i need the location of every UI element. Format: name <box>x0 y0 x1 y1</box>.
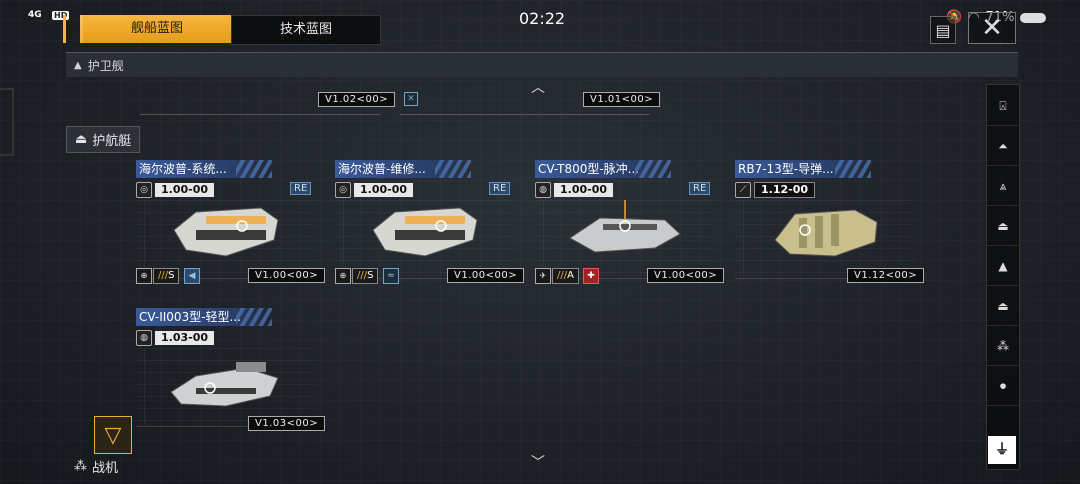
rail-destroyer-icon[interactable]: ⏏ <box>987 207 1019 246</box>
ship-image <box>173 207 279 257</box>
class-icon: ⊕ <box>136 268 152 284</box>
ship-image <box>170 362 279 407</box>
globe-icon: ◍ <box>136 330 152 346</box>
grade-badge: ///S <box>352 268 379 284</box>
chevron-shield-icon: ▽ <box>104 422 122 448</box>
fighter-icon: ⁂ <box>74 459 87 474</box>
name-stripes <box>835 160 871 178</box>
tab-tech-blueprint[interactable]: 技术蓝图 <box>231 15 381 45</box>
rate-group: ◍ 1.00-00 <box>535 182 614 198</box>
chevron-up-icon[interactable]: ︿ <box>531 77 545 97</box>
filter-button[interactable]: ⏚ <box>988 436 1016 464</box>
name-stripes <box>635 160 671 178</box>
ship-image <box>372 207 478 257</box>
version-tag: V1.00<00> <box>248 268 326 283</box>
rail-escort-icon[interactable]: ⏏ <box>987 287 1019 326</box>
ship-image <box>569 200 681 253</box>
rate-value: 1.00-00 <box>554 183 614 197</box>
edge-decoration <box>0 88 14 156</box>
version-tag: V1.00<00> <box>447 268 525 283</box>
class-icon: ⊕ <box>335 268 351 284</box>
category-frigate[interactable]: ▲ 护卫舰 <box>66 52 1018 77</box>
notes-button[interactable]: ▤ <box>930 16 956 44</box>
tab-marker <box>63 15 66 43</box>
re-badge: RE <box>489 182 511 195</box>
rail-carrier-icon[interactable]: ⍓ <box>987 87 1019 126</box>
filter-icon: ⏚ <box>995 442 1009 458</box>
version-tag: V1.02<00> <box>318 92 396 107</box>
rail-frigate-icon[interactable]: ▲ <box>987 247 1019 286</box>
category-fighter-label: 战机 <box>92 461 119 476</box>
notes-icon: ▤ <box>935 20 951 40</box>
close-icon: ✕ <box>981 13 1003 43</box>
version-tag: V1.01<00> <box>583 92 661 107</box>
filter-rail: ⍓ ⏶ ⩓ ⏏ ▲ ⏏ ⁂ ⏺ <box>986 84 1020 470</box>
grade-badge: ///A <box>552 268 579 284</box>
tab-ship-blueprint[interactable]: 舰船蓝图 <box>80 15 231 43</box>
rail-fighter-icon[interactable]: ⁂ <box>987 327 1019 366</box>
rate-value: 1.00-00 <box>155 183 215 197</box>
tab-bar: 舰船蓝图 技术蓝图 <box>80 15 381 45</box>
version-tag: V1.00<00> <box>647 268 725 283</box>
rate-group: ◎ 1.00-00 <box>136 182 215 198</box>
re-badge: RE <box>689 182 711 195</box>
version-tag: V1.03<00> <box>248 416 326 431</box>
clock: 02:22 <box>519 9 566 28</box>
rate-group: ◍ 1.03-00 <box>136 330 215 346</box>
rate-group: ⟋ 1.12-00 <box>735 182 816 198</box>
name-stripes <box>435 160 471 178</box>
ship-card[interactable]: 海尔波普-系统... ◎ 1.00-00 RE ⊕ ///S ◀ V1.00<0… <box>136 160 326 298</box>
category-escort[interactable]: ⏏ 护航艇 <box>66 126 141 153</box>
alert-icon: ✚ <box>583 268 599 284</box>
wave-icon: ≈ <box>383 268 399 284</box>
name-stripes <box>236 160 272 178</box>
divider <box>140 114 380 115</box>
rate-value: 1.00-00 <box>354 183 414 197</box>
battery-icon <box>1020 12 1047 23</box>
rank-emblem[interactable]: ▽ <box>94 416 132 454</box>
cross-icon: ✕ <box>404 92 418 106</box>
wing-icon: ⟋ <box>735 182 751 198</box>
ship-card[interactable]: 海尔波普-维修... ◎ 1.00-00 RE ⊕ ///S ≈ V1.00<0… <box>335 160 525 298</box>
globe-icon: ◍ <box>535 182 551 198</box>
faction-icon: ◎ <box>136 182 152 198</box>
ship-image <box>774 209 878 257</box>
close-button[interactable]: ✕ <box>968 12 1016 44</box>
signal-indicator: 4G <box>28 10 42 20</box>
ship-card[interactable]: CV-II003型-轻型... ◍ 1.03-00 V1.03<00> <box>136 308 326 446</box>
category-escort-label: 护航艇 <box>92 134 132 149</box>
class-icon: ✈ <box>535 268 551 284</box>
hd-badge: HD <box>52 11 70 20</box>
rate-group: ◎ 1.00-00 <box>335 182 414 198</box>
rail-corvette-icon[interactable]: ⏺ <box>987 367 1019 406</box>
escort-icon: ⏏ <box>75 132 88 147</box>
rail-cruiser-icon[interactable]: ⩓ <box>987 167 1019 206</box>
rate-value: 1.12-00 <box>754 182 816 198</box>
category-frigate-label: 护卫舰 <box>87 58 124 73</box>
speaker-icon: ◀ <box>184 268 200 284</box>
rail-battleship-icon[interactable]: ⏶ <box>987 127 1019 166</box>
ship-card[interactable]: CV-T800型-脉冲... ◍ 1.00-00 RE ✈ ///A ✚ V1.… <box>535 160 725 298</box>
rate-value: 1.03-00 <box>155 331 215 345</box>
faction-icon: ◎ <box>335 182 351 198</box>
ship-card[interactable]: RB7-13型-导弹... ⟋ 1.12-00 V1.12<00> <box>735 160 925 298</box>
category-fighter[interactable]: ⁂ 战机 <box>66 454 126 479</box>
re-badge: RE <box>290 182 312 195</box>
divider <box>400 114 650 115</box>
triangle-up-icon: ▲ <box>74 59 82 71</box>
grade-badge: ///S <box>153 268 180 284</box>
version-tag: V1.12<00> <box>847 268 925 283</box>
chevron-down-icon[interactable]: ﹀ <box>531 452 545 472</box>
name-stripes <box>236 308 272 326</box>
